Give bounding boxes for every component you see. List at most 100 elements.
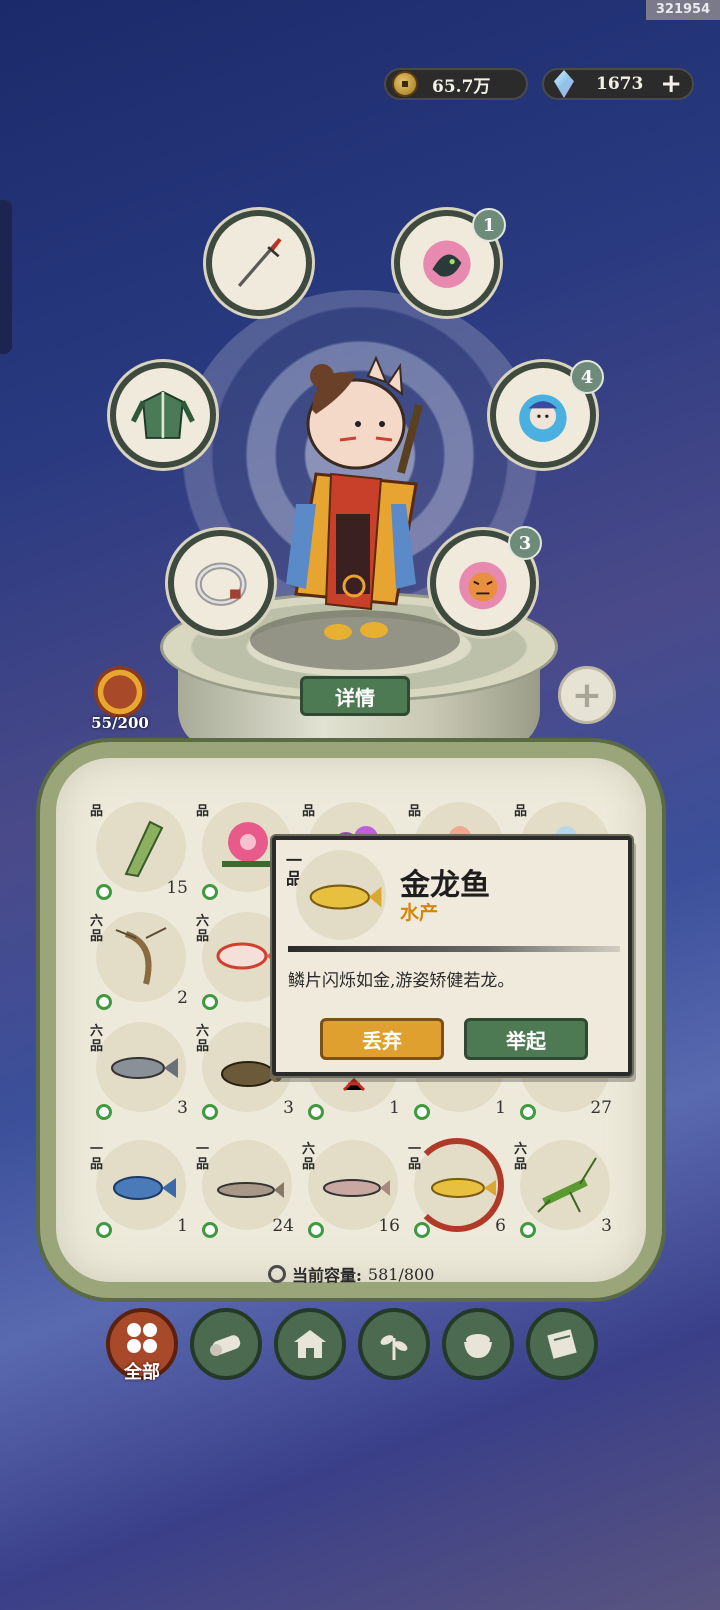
armor-slot[interactable]: [110, 362, 216, 468]
popup-divider: [288, 946, 620, 952]
capacity-label: 当前容量:: [292, 1266, 362, 1285]
item-count: 1: [495, 1098, 506, 1118]
player-character[interactable]: [276, 354, 436, 644]
capacity-row: 当前容量: 581/800: [268, 1262, 434, 1286]
growth-status-icon: [414, 1104, 430, 1120]
item-grade: 品: [514, 804, 528, 819]
item-count: 24: [272, 1216, 294, 1236]
growth-status-icon: [308, 1222, 324, 1238]
inventory-slot[interactable]: 六品 16: [302, 1138, 402, 1248]
growth-status-icon: [520, 1104, 536, 1120]
tab-wood[interactable]: [190, 1308, 262, 1380]
inventory-slot[interactable]: 六品 2: [90, 910, 190, 1020]
side-drawer-handle[interactable]: [0, 200, 12, 354]
blue-spirit-icon: [519, 394, 567, 442]
item-grade: 六品: [514, 1142, 528, 1172]
inventory-slot[interactable]: 一品 24: [196, 1138, 296, 1248]
house-icon: [294, 1330, 326, 1358]
item-count: 27: [590, 1098, 612, 1118]
dragon-spirit-icon: [423, 240, 471, 288]
copper-coin-icon: [392, 71, 418, 97]
item-count: 1: [389, 1098, 400, 1118]
item-grade: 一品: [408, 1142, 422, 1172]
growth-status-icon: [414, 1222, 430, 1238]
bracelet-icon: [195, 562, 247, 607]
item-grade: 六品: [196, 914, 210, 944]
item-grade: 一品: [196, 1142, 210, 1172]
companion-avatar[interactable]: [94, 666, 146, 718]
growth-status-icon: [96, 1222, 112, 1238]
tab-scrolls[interactable]: [526, 1308, 598, 1380]
item-grade: 六品: [302, 1142, 316, 1172]
item-count: 1: [177, 1216, 188, 1236]
weapon-slot[interactable]: [206, 210, 312, 316]
growth-status-icon: [202, 884, 218, 900]
pet-slot-1-badge: 1: [472, 208, 506, 242]
shrimp-icon: [115, 927, 167, 985]
item-grade: 六品: [90, 914, 104, 944]
gem-balance[interactable]: 1673 +: [542, 68, 694, 100]
tab-food[interactable]: [442, 1308, 514, 1380]
item-count: 2: [177, 988, 188, 1008]
growth-status-icon: [520, 1222, 536, 1238]
growth-status-icon: [202, 1222, 218, 1238]
gem-amount: 1673: [596, 74, 644, 94]
tiger-spirit-icon: [459, 561, 507, 610]
item-grade: 品: [408, 804, 422, 819]
tab-herbs[interactable]: [358, 1308, 430, 1380]
popup-item-category: 水产: [400, 902, 439, 924]
tab-building[interactable]: [274, 1308, 346, 1380]
coin-balance: 65.7万: [384, 68, 528, 100]
catfish-icon: [217, 1182, 284, 1198]
tab-all-label: 全部: [124, 1362, 160, 1383]
pet-slot-2-badge: 4: [570, 360, 604, 394]
growth-status-icon: [96, 1104, 112, 1120]
item-grade: 六品: [196, 1024, 210, 1054]
discard-button[interactable]: 丢弃: [320, 1018, 444, 1060]
inventory-slot[interactable]: 六品 3: [90, 1020, 190, 1130]
add-gems-plus-icon[interactable]: +: [660, 69, 682, 99]
inventory-slot[interactable]: 六品 3: [514, 1138, 614, 1248]
inventory-slot-selected[interactable]: 一品 6: [408, 1138, 508, 1248]
item-count: 6: [495, 1216, 506, 1236]
item-detail-popup: 一品 金龙鱼 水产 鳞片闪烁如金,游姿矫健若龙。 丢弃 举起: [272, 836, 632, 1076]
item-count: 3: [177, 1098, 188, 1118]
item-grade: 品: [302, 804, 316, 819]
grasshopper-icon: [537, 1157, 597, 1213]
capacity-icon: [268, 1265, 286, 1283]
rice-bowl-icon: [464, 1334, 492, 1358]
inventory-slot[interactable]: 品 15: [90, 800, 190, 910]
carp-icon: [111, 1057, 178, 1079]
growth-status-icon: [308, 1104, 324, 1120]
plus-icon: +: [571, 674, 603, 716]
growth-status-icon: [202, 1104, 218, 1120]
bamboo-shoot-icon: [124, 820, 164, 878]
growth-status-icon: [96, 884, 112, 900]
golden-arowana-icon: [309, 884, 382, 910]
item-grade: 品: [196, 804, 210, 819]
item-count: 3: [601, 1216, 612, 1236]
pet-slot-3-badge: 3: [508, 526, 542, 560]
scroll-icon: [547, 1329, 577, 1359]
add-slot-button[interactable]: +: [558, 666, 616, 724]
wood-log-icon: [210, 1335, 241, 1356]
companion-level: 55/200: [91, 714, 149, 732]
item-grade: 一品: [90, 1142, 104, 1172]
all-items-icon: [127, 1323, 157, 1353]
item-grade: 品: [90, 804, 104, 819]
spirit-gem-icon: [554, 70, 574, 98]
popup-item-description: 鳞片闪烁如金,游姿矫健若龙。: [288, 971, 515, 991]
sword-icon: [238, 238, 282, 288]
item-count: 16: [378, 1216, 400, 1236]
growth-status-icon: [96, 994, 112, 1010]
herb-sprout-icon: [380, 1335, 408, 1360]
details-button[interactable]: 详情: [300, 676, 410, 716]
lift-button[interactable]: 举起: [464, 1018, 588, 1060]
item-count: 15: [166, 878, 188, 898]
screen-id-tag: 321954: [646, 0, 720, 20]
capacity-value: 581/800: [367, 1264, 435, 1284]
inventory-slot[interactable]: 一品 1: [90, 1138, 190, 1248]
golden-arowana-icon: [431, 1178, 496, 1198]
ring-slot[interactable]: [168, 530, 274, 636]
trout-icon: [323, 1179, 390, 1197]
